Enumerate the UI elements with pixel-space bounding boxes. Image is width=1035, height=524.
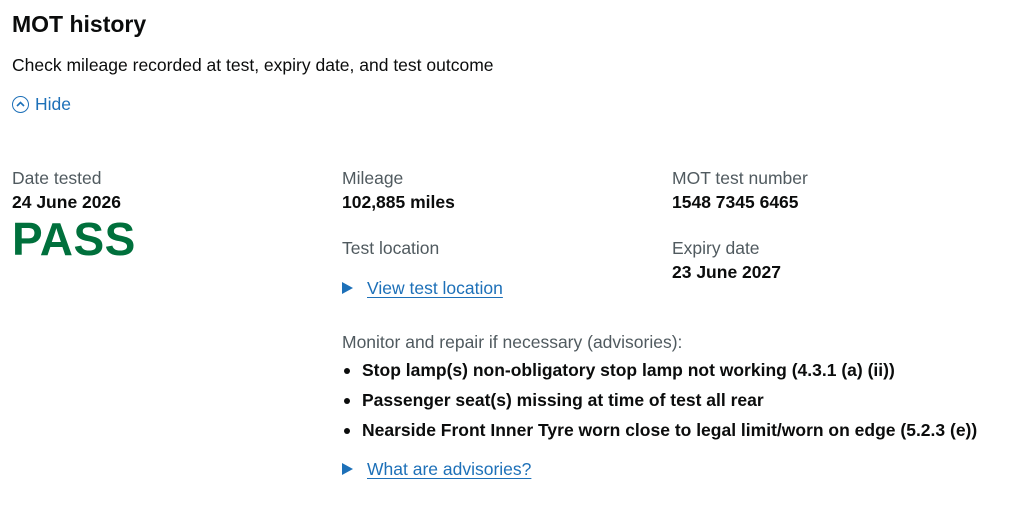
mot-test-number-value: 1548 7345 6465 (672, 192, 799, 212)
mileage-column: Mileage 102,885 miles Test location View… (342, 166, 982, 481)
list-item: Passenger seat(s) missing at time of tes… (342, 388, 982, 413)
mileage-value: 102,885 miles (342, 192, 455, 212)
hide-toggle-button[interactable]: Hide (12, 92, 71, 116)
mot-history-section: MOT history Check mileage recorded at te… (0, 0, 1035, 524)
mot-test-number-label: MOT test number (672, 168, 808, 188)
hide-toggle-label: Hide (35, 94, 71, 114)
expiry-date-value: 23 June 2027 (672, 262, 781, 282)
mileage-label: Mileage (342, 168, 404, 188)
what-are-advisories-text: What are advisories? (367, 459, 532, 479)
view-test-location-link[interactable]: View test location (342, 276, 982, 300)
section-title: MOT history (12, 11, 147, 37)
view-test-location-text: View test location (367, 278, 503, 298)
advisories-heading: Monitor and repair if necessary (advisor… (342, 332, 683, 352)
caret-right-icon (342, 282, 353, 294)
section-subtitle: Check mileage recorded at test, expiry d… (12, 55, 494, 75)
what-are-advisories-link[interactable]: What are advisories? (342, 457, 982, 481)
date-column: Date tested 24 June 2026 PASS (12, 166, 136, 262)
list-item: Stop lamp(s) non-obligatory stop lamp no… (342, 358, 982, 383)
test-number-column: MOT test number 1548 7345 6465 Expiry da… (672, 166, 808, 284)
date-tested-value: 24 June 2026 (12, 192, 121, 212)
advisories-list: Stop lamp(s) non-obligatory stop lamp no… (342, 358, 982, 443)
list-item: Nearside Front Inner Tyre worn close to … (342, 418, 982, 443)
expiry-date-label: Expiry date (672, 238, 760, 258)
date-tested-label: Date tested (12, 168, 102, 188)
chevron-up-circle-icon (12, 95, 29, 113)
caret-right-icon (342, 463, 353, 475)
test-result-badge: PASS (12, 213, 136, 265)
test-location-label: Test location (342, 238, 440, 258)
